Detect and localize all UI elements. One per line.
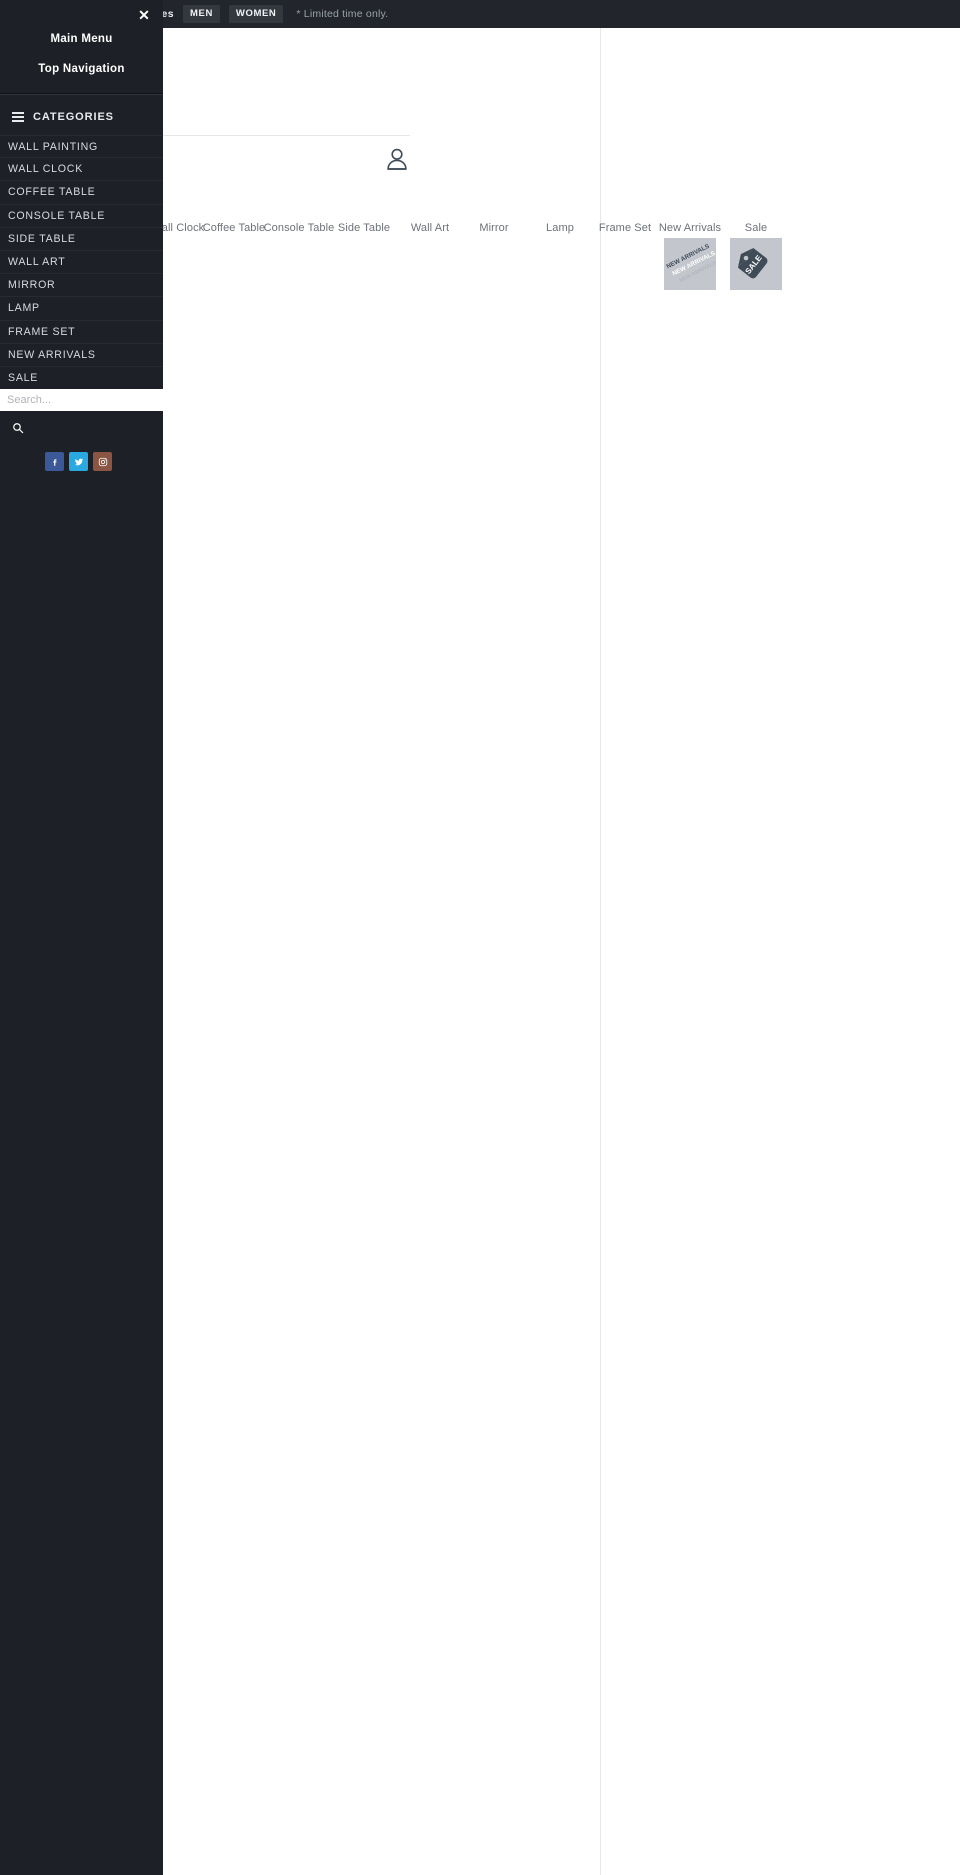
- sidebar-divider: [0, 93, 163, 95]
- new-arrivals-thumb[interactable]: NEW ARRIVALS NEW ARRIVALS NEW ARRIVALS: [664, 238, 716, 290]
- nav-item-sale[interactable]: Sale: [745, 222, 767, 234]
- facebook-icon[interactable]: [45, 452, 64, 471]
- nav-item-wall-art[interactable]: Wall Art: [411, 222, 449, 234]
- search-icon[interactable]: [12, 421, 24, 434]
- nav-item-lamp[interactable]: Lamp: [546, 222, 574, 234]
- sidebar-item-sale[interactable]: SALE: [0, 367, 163, 391]
- nav-item-side-table[interactable]: Side Table: [338, 222, 390, 234]
- sale-thumb[interactable]: SALE: [730, 238, 782, 290]
- categories-header[interactable]: CATEGORIES: [0, 105, 163, 129]
- sidebar-search-input[interactable]: [0, 389, 163, 411]
- nav-item-coffee-table[interactable]: Coffee Table: [203, 222, 266, 234]
- twitter-icon[interactable]: [69, 452, 88, 471]
- sidebar-item-new-arrivals[interactable]: NEW ARRIVALS: [0, 344, 163, 367]
- categories-label: CATEGORIES: [33, 111, 114, 123]
- close-icon[interactable]: ✕: [136, 7, 152, 23]
- instagram-icon[interactable]: [93, 452, 112, 471]
- category-list: WALL PAINTING WALL CLOCK COFFEE TABLE CO…: [0, 135, 163, 391]
- topbar-pill-men[interactable]: MEN: [183, 5, 220, 23]
- sidebar-item-coffee-table[interactable]: COFFEE TABLE: [0, 181, 163, 205]
- hamburger-icon: [12, 110, 24, 124]
- nav-item-frame-set[interactable]: Frame Set: [599, 222, 651, 234]
- sidebar-item-mirror[interactable]: MIRROR: [0, 274, 163, 298]
- sidebar-item-wall-painting[interactable]: WALL PAINTING: [0, 135, 163, 159]
- nav-item-console-table[interactable]: Console Table: [264, 222, 335, 234]
- sidebar-item-wall-clock[interactable]: WALL CLOCK: [0, 158, 163, 182]
- nav-item-new-arrivals[interactable]: New Arrivals: [659, 222, 721, 234]
- sidebar-item-wall-art[interactable]: WALL ART: [0, 251, 163, 275]
- topbar-note: * Limited time only.: [296, 8, 389, 20]
- main-menu-sidebar: ✕ Main Menu Top Navigation CATEGORIES WA…: [0, 0, 163, 1875]
- page-root: es MEN WOMEN * Limited time only. Wall P…: [0, 0, 960, 1875]
- social-links: [45, 452, 112, 471]
- sidebar-title-top-navigation: Top Navigation: [38, 63, 125, 75]
- sidebar-title-main-menu: Main Menu: [50, 33, 113, 45]
- user-icon[interactable]: [383, 145, 411, 173]
- sidebar-search: [0, 389, 163, 411]
- nav-item-mirror[interactable]: Mirror: [479, 222, 508, 234]
- column-divider: [600, 28, 601, 1875]
- topbar-pill-women[interactable]: WOMEN: [228, 5, 284, 23]
- sidebar-item-side-table[interactable]: SIDE TABLE: [0, 228, 163, 251]
- sidebar-item-console-table[interactable]: CONSOLE TABLE: [0, 205, 163, 228]
- sidebar-item-lamp[interactable]: LAMP: [0, 297, 163, 321]
- sidebar-item-frame-set[interactable]: FRAME SET: [0, 321, 163, 344]
